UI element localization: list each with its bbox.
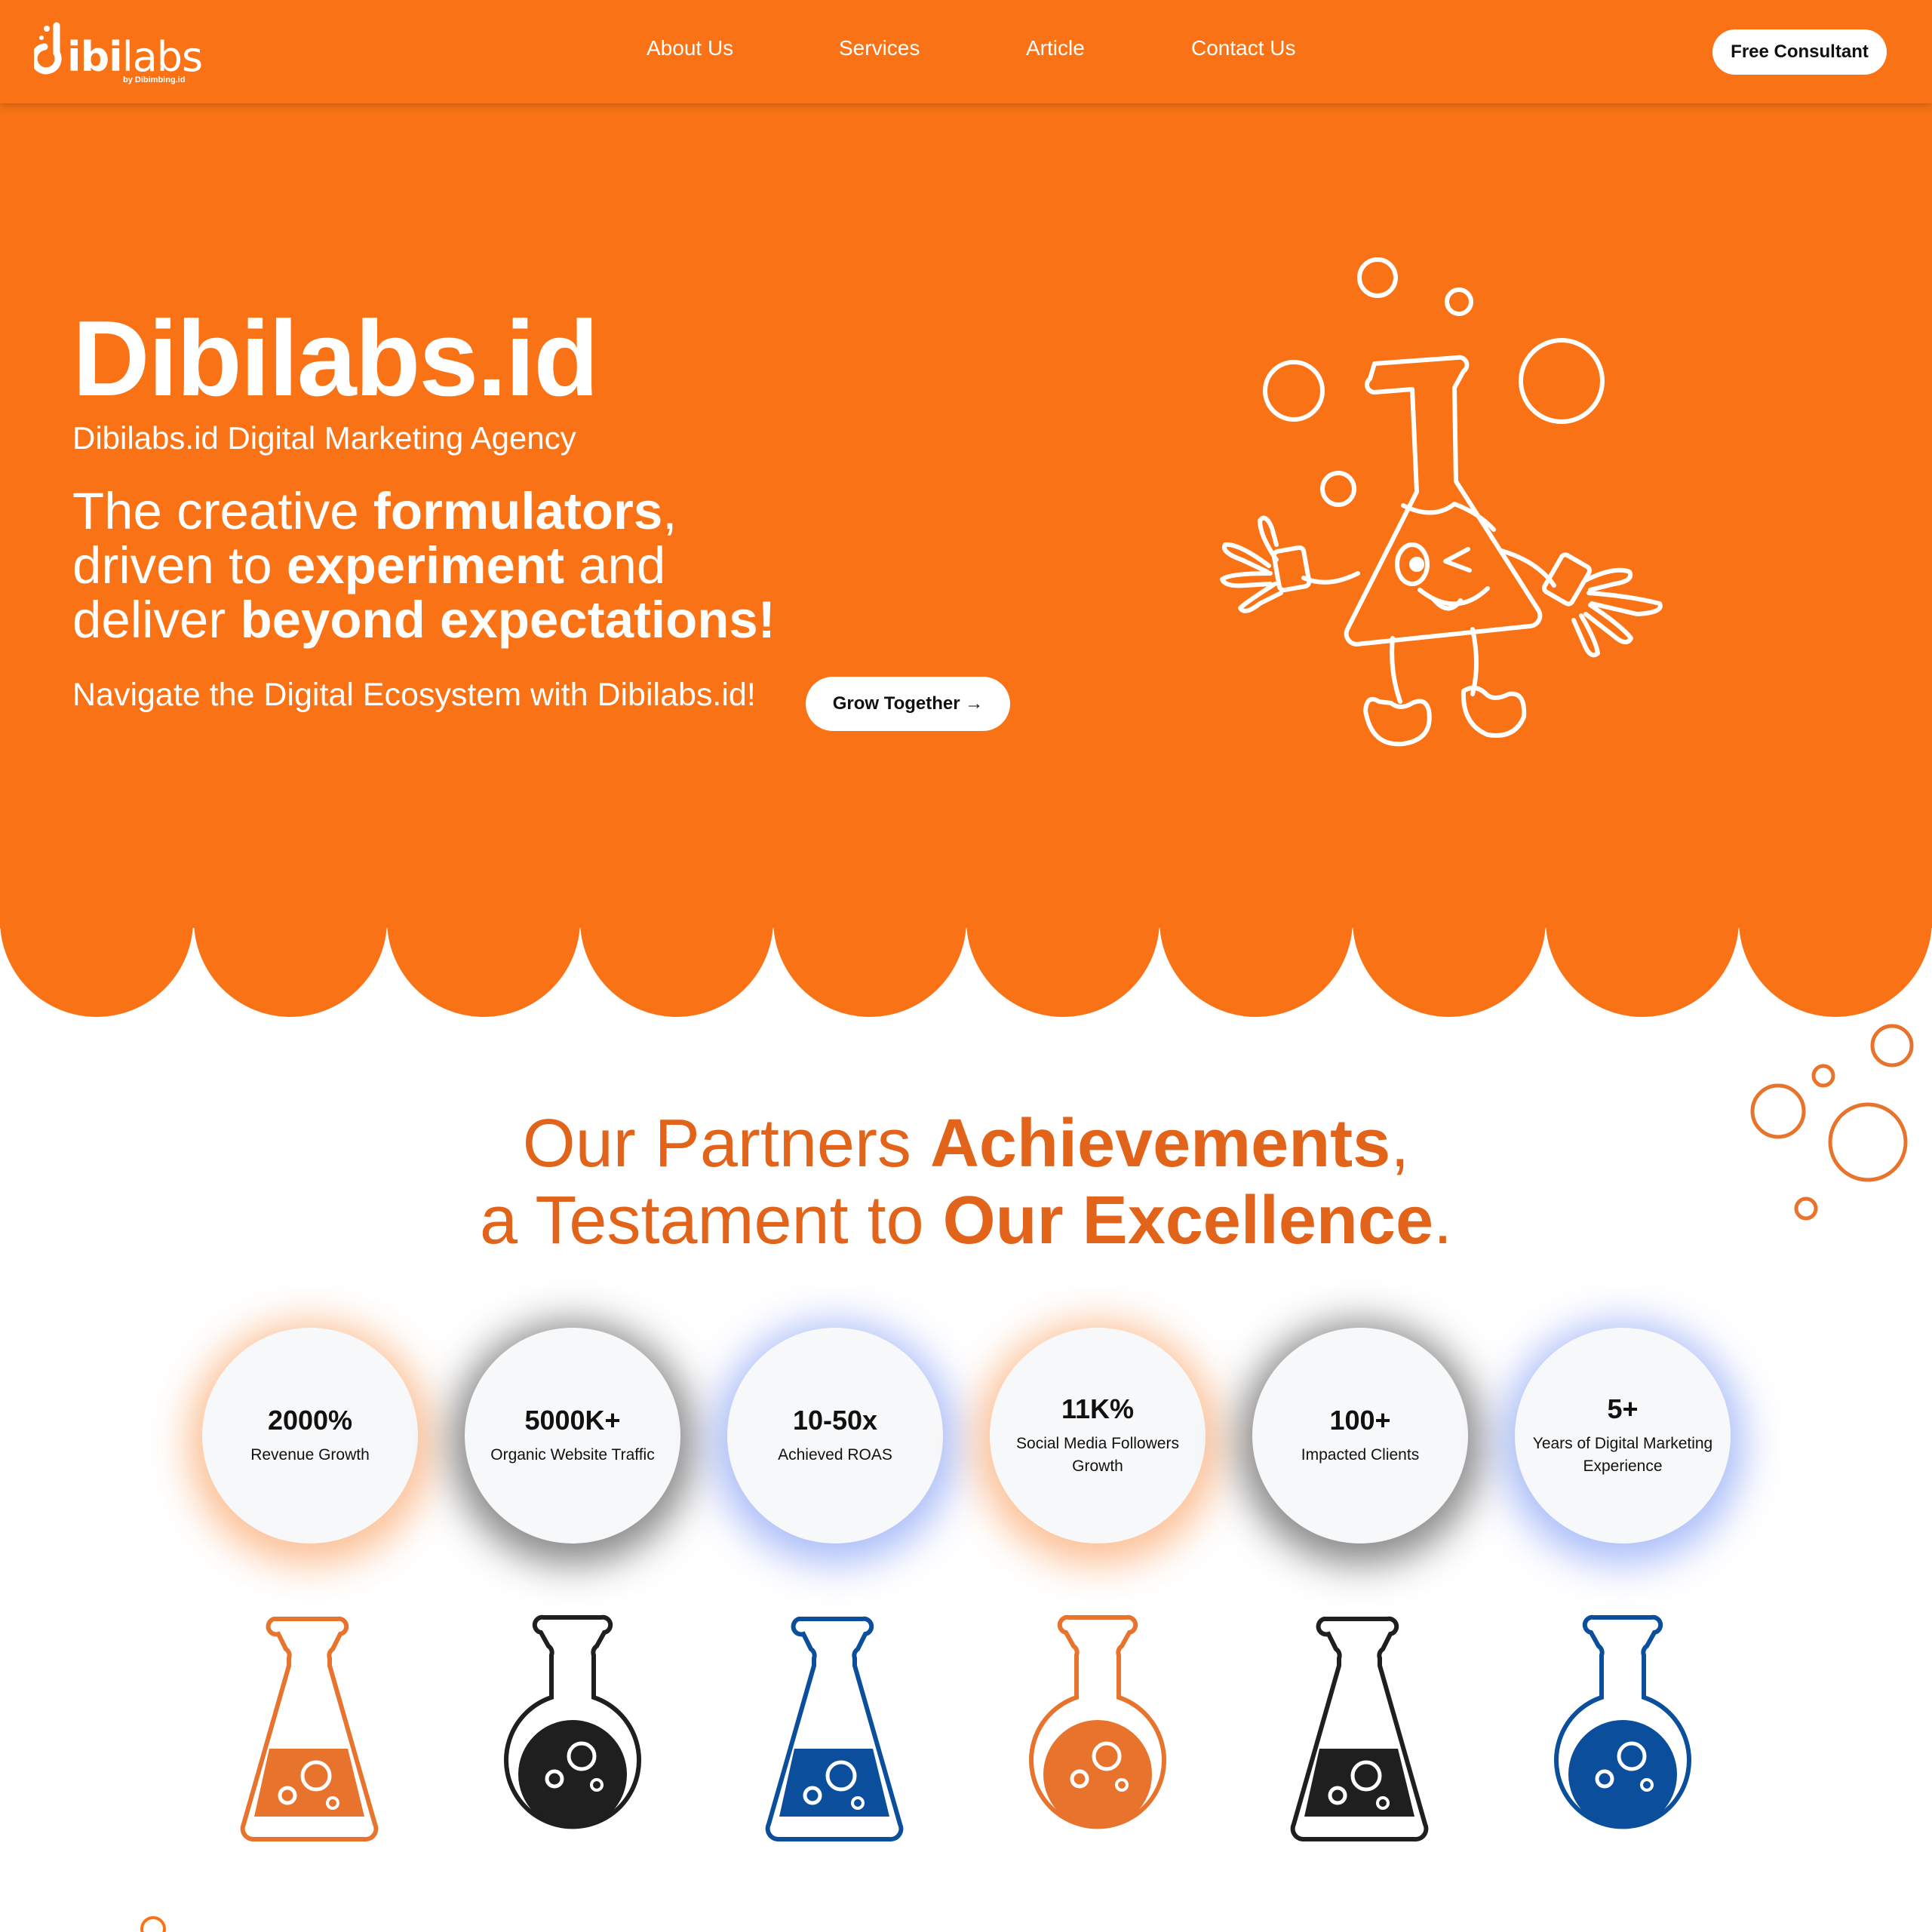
round-flask-icon: [1554, 1614, 1691, 1829]
stat-value: 10-50x: [792, 1405, 878, 1436]
nav-about-us[interactable]: About Us: [647, 36, 733, 60]
nav-services[interactable]: Services: [839, 36, 920, 60]
erlenmeyer-flask-icon: [765, 1616, 904, 1842]
erlenmeyer-flask-icon: [1290, 1616, 1429, 1842]
stat-card: 5000K+ Organic Website Traffic: [465, 1328, 680, 1543]
stat-value: 5+: [1607, 1393, 1639, 1424]
stat-label: Years of Digital Marketing Experience: [1532, 1435, 1713, 1475]
erlenmeyer-flask-icon: [240, 1616, 379, 1842]
round-flask-icon: [504, 1614, 641, 1829]
stat-value: 5000K+: [524, 1405, 621, 1436]
stat-card: 2000% Revenue Growth: [202, 1328, 418, 1543]
stat-value: 2000%: [267, 1405, 353, 1436]
stat-label: Organic Website Traffic: [490, 1446, 655, 1464]
stat-value: 100+: [1329, 1405, 1391, 1436]
round-flask-icon: [1029, 1614, 1166, 1829]
hero-subtitle: Dibilabs.id Digital Marketing Agency: [72, 420, 576, 456]
decorative-bubble-icon: [140, 1916, 166, 1932]
stat-label: Revenue Growth: [250, 1446, 370, 1464]
site-header: ibilabs by Dibimbing.id About Us Service…: [0, 0, 1932, 103]
achievements-title: Our Partners Achievements, a Testament t…: [479, 1106, 1453, 1258]
grow-together-button[interactable]: Grow Together →: [806, 677, 1010, 731]
stat-label: Achieved ROAS: [778, 1446, 892, 1464]
stat-card: 11K% Social Media Followers Growth: [990, 1328, 1206, 1543]
hero-navigate-text: Navigate the Digital Ecosystem with Dibi…: [72, 677, 756, 713]
logo-flask-icon: [34, 22, 62, 75]
flask-mascot-icon: [1220, 257, 1663, 747]
logo-wordmark: ibilabs: [67, 33, 203, 81]
stat-card: 10-50x Achieved ROAS: [727, 1328, 943, 1543]
stat-card: 5+ Years of Digital Marketing Experience: [1515, 1328, 1731, 1543]
free-consultant-button[interactable]: Free Consultant: [1712, 29, 1887, 75]
logo-subtitle: by Dibimbing.id: [123, 75, 186, 84]
dibilabs-logo[interactable]: ibilabs by Dibimbing.id: [34, 17, 203, 88]
achievements-stats: 2000% Revenue Growth 5000K+ Organic Webs…: [0, 1328, 1932, 1547]
nav-article[interactable]: Article: [1026, 36, 1085, 60]
stat-label: Social Media Followers Growth: [1016, 1435, 1179, 1475]
nav-contact-us[interactable]: Contact Us: [1191, 36, 1296, 60]
hero-scallop-edge: [0, 920, 1932, 1017]
stat-label: Impacted Clients: [1301, 1446, 1420, 1464]
stat-value: 11K%: [1061, 1393, 1135, 1424]
stat-card: 100+ Impacted Clients: [1252, 1328, 1468, 1543]
hero-title: Dibilabs.id: [72, 299, 599, 419]
hero-tagline: The creative formulators, driven to expe…: [72, 482, 776, 649]
